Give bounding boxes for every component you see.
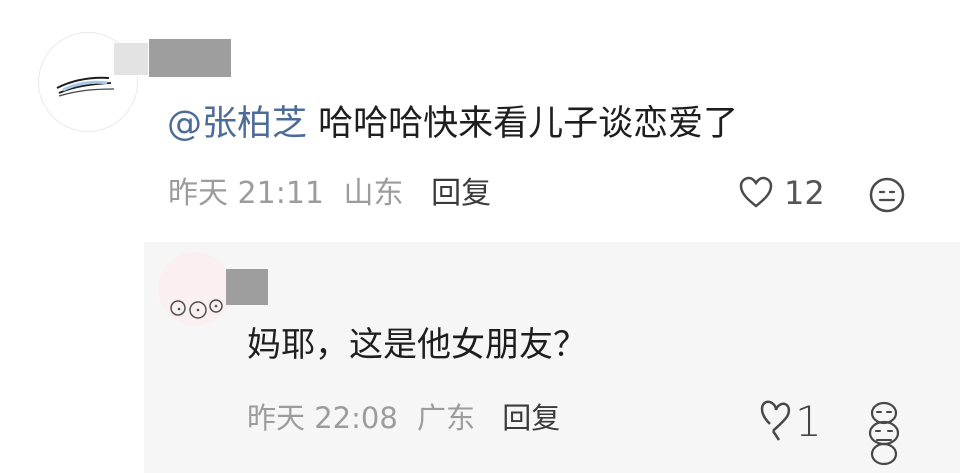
heart-outline-icon bbox=[739, 176, 773, 208]
username-mask bbox=[226, 269, 268, 305]
emoji-face-icon bbox=[868, 401, 900, 466]
reply-time: 昨天 22:08 bbox=[247, 401, 398, 435]
comment-time: 昨天 21:11 bbox=[168, 176, 324, 211]
like-count: 12 bbox=[784, 174, 825, 212]
comment-text: 哈哈哈快来看儿子谈恋爱了 bbox=[318, 104, 739, 144]
emoji-reaction-button[interactable] bbox=[862, 398, 906, 470]
like-button[interactable]: 12 bbox=[736, 173, 825, 213]
reply-button[interactable]: 回复 bbox=[431, 174, 491, 214]
avatar-cartoon-icon bbox=[170, 299, 223, 319]
username-mask bbox=[149, 39, 231, 77]
like-count: 1 bbox=[795, 397, 822, 446]
reply-meta: 昨天 22:08 广东 回复 bbox=[247, 398, 560, 438]
like-button[interactable]: 1 bbox=[755, 396, 822, 448]
avatar[interactable] bbox=[158, 252, 232, 326]
reply-location: 广东 bbox=[417, 401, 476, 435]
username-mask bbox=[114, 43, 148, 75]
comment-location: 山东 bbox=[343, 176, 404, 211]
mention-link[interactable]: @张柏芝 bbox=[167, 104, 307, 144]
reply-text: 妈耶，这是他女朋友？ bbox=[247, 325, 587, 365]
comment-body: @张柏芝 哈哈哈快来看儿子谈恋爱了 bbox=[167, 102, 738, 146]
emoji-reaction-button[interactable] bbox=[866, 174, 908, 216]
heart-outline-icon bbox=[760, 400, 791, 441]
reply-button[interactable]: 回复 bbox=[502, 398, 560, 438]
comment-meta: 昨天 21:11 山东 回复 bbox=[168, 174, 491, 214]
emoji-face-icon bbox=[869, 177, 905, 213]
reply-body: 妈耶，这是他女朋友？ bbox=[247, 323, 587, 367]
